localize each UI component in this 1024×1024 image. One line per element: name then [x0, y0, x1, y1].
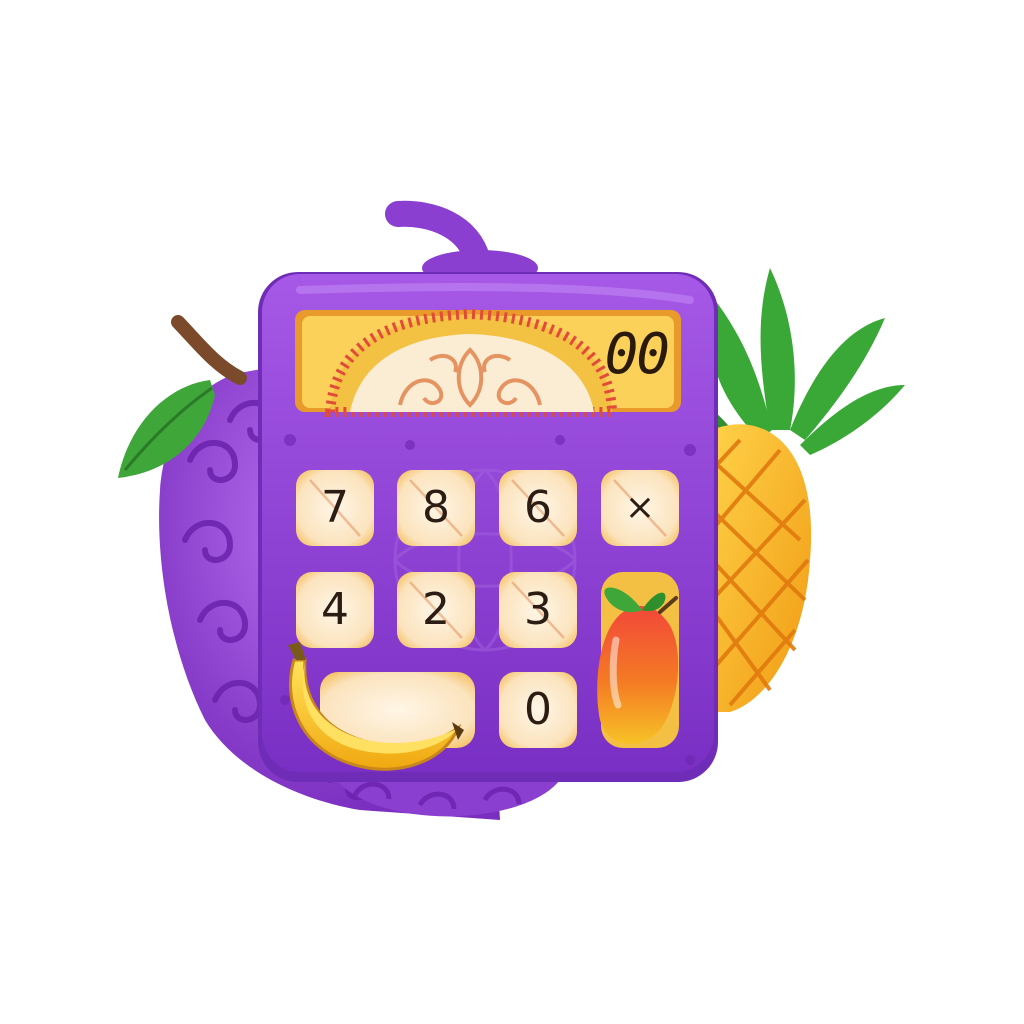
key-6[interactable]: 6 [499, 470, 577, 546]
key-0[interactable]: 0 [499, 672, 577, 748]
key-2[interactable]: 2 [397, 572, 475, 648]
key-3[interactable]: 3 [499, 572, 577, 648]
key-multiply[interactable]: × [601, 470, 679, 546]
key-7[interactable]: 7 [296, 470, 374, 546]
display-readout: 00 [604, 322, 670, 387]
stem-icon [171, 315, 247, 385]
key-8[interactable]: 8 [397, 470, 475, 546]
pineapple-icon [690, 268, 905, 712]
fruit-calculator-illustration: 00 7 8 6 × 4 2 3 0 [0, 0, 1024, 1024]
key-4[interactable]: 4 [296, 572, 374, 648]
